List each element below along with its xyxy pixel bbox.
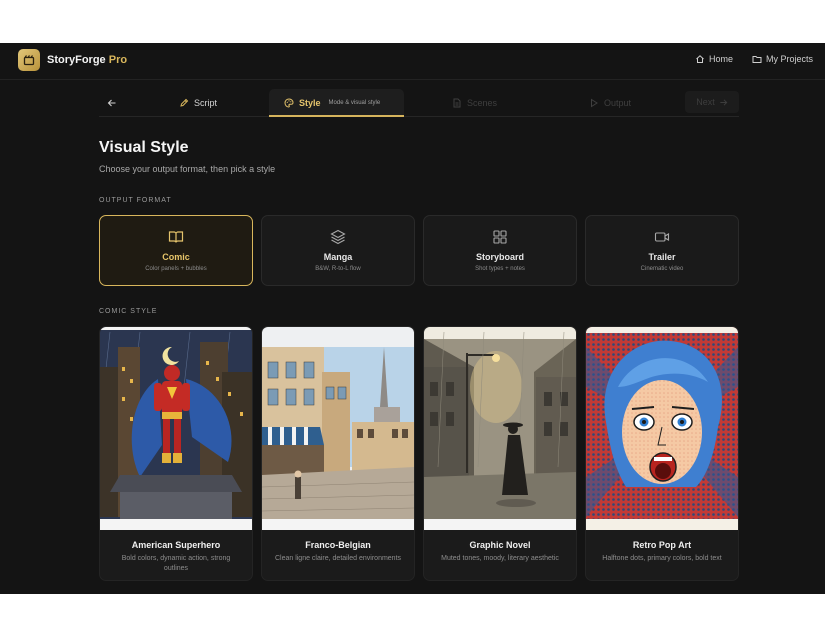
style-name: Franco-Belgian	[305, 540, 371, 550]
format-option-comic[interactable]: Comic Color panels + bubbles	[99, 215, 253, 286]
format-manga-desc: B&W, R-to-L flow	[315, 266, 361, 272]
brand-name[interactable]: StoryForge Pro	[47, 54, 127, 66]
output-format-heading: OUTPUT FORMAT	[99, 197, 172, 204]
format-option-trailer[interactable]: Trailer Cinematic video	[585, 215, 739, 286]
style-desc: Bold colors, dynamic action, strong outl…	[121, 555, 231, 572]
format-trailer-name: Trailer	[648, 252, 676, 262]
format-comic-desc: Color panels + bubbles	[145, 266, 207, 272]
comic-style-heading: COMIC STYLE	[99, 308, 158, 315]
home-icon	[696, 55, 704, 63]
nav-home-label: Home	[709, 54, 734, 64]
file-icon	[453, 98, 461, 107]
top-bar: StoryForge Pro Home My Projects	[0, 43, 825, 80]
style-preview-image	[424, 327, 576, 530]
page-subtitle: Choose your output format, then pick a s…	[99, 164, 276, 174]
arrow-left-icon	[107, 99, 116, 107]
format-option-storyboard[interactable]: Storyboard Shot types + notes	[423, 215, 577, 286]
style-name: Graphic Novel	[469, 540, 531, 550]
palette-icon	[284, 97, 294, 108]
next-button[interactable]: Next	[685, 91, 739, 113]
pen-icon	[180, 98, 189, 107]
grid-icon	[493, 230, 507, 244]
brand-text: StoryForge	[47, 54, 106, 66]
format-trailer-desc: Cinematic video	[640, 266, 684, 272]
step-scenes: Scenes	[452, 89, 497, 116]
style-desc: Muted tones, moody, literary aesthetic	[441, 555, 559, 562]
style-desc: Halftone dots, primary colors, bold text	[602, 555, 722, 562]
style-preview-image	[100, 327, 252, 530]
step-style[interactable]: Style Mode & visual style	[269, 89, 404, 117]
step-output-label: Output	[604, 97, 632, 108]
book-open-icon	[168, 231, 184, 243]
style-preview-image	[262, 327, 414, 530]
nav-home-link[interactable]: Home	[695, 54, 733, 64]
back-button[interactable]	[105, 96, 119, 110]
brand-pro-label: Pro	[108, 54, 128, 66]
play-icon	[591, 98, 598, 107]
format-storyboard-desc: Shot types + notes	[475, 266, 525, 272]
format-option-manga[interactable]: Manga B&W, R-to-L flow	[261, 215, 415, 286]
style-name: American Superhero	[131, 540, 221, 550]
format-manga-name: Manga	[323, 252, 353, 262]
style-card-franco-belgian[interactable]: Franco-Belgian Clean ligne claire, detai…	[261, 326, 415, 581]
arrow-right-icon	[720, 98, 728, 106]
app-logo-icon[interactable]	[18, 49, 40, 71]
folder-icon	[752, 56, 762, 63]
step-script-label: Script	[194, 97, 218, 108]
page-title: Visual Style	[99, 139, 189, 156]
step-scenes-label: Scenes	[467, 97, 498, 108]
format-comic-name: Comic	[162, 252, 190, 262]
step-output: Output	[589, 89, 631, 116]
style-card-graphic-novel[interactable]: Graphic Novel Muted tones, moody, litera…	[423, 326, 577, 581]
step-script[interactable]: Script	[179, 89, 217, 116]
nav-my-projects-link[interactable]: My Projects	[752, 54, 813, 64]
step-style-label: Style	[299, 97, 321, 108]
app-window: StoryForge Pro Home My Projects Script S…	[0, 43, 825, 594]
style-name: Retro Pop Art	[632, 540, 692, 550]
next-button-label: Next	[696, 97, 715, 107]
nav-projects-label: My Projects	[766, 54, 814, 64]
step-style-sublabel: Mode & visual style	[328, 99, 381, 106]
video-icon	[654, 232, 670, 242]
layers-icon	[330, 229, 346, 245]
format-storyboard-name: Storyboard	[475, 252, 524, 262]
wizard-stepper: Script Style Mode & visual style Scenes …	[99, 89, 739, 117]
style-card-american-superhero[interactable]: American Superhero Bold colors, dynamic …	[99, 326, 253, 581]
style-desc: Clean ligne claire, detailed environment…	[274, 555, 402, 562]
style-card-retro-pop-art[interactable]: Retro Pop Art Halftone dots, primary col…	[585, 326, 739, 581]
style-preview-image	[586, 327, 738, 530]
